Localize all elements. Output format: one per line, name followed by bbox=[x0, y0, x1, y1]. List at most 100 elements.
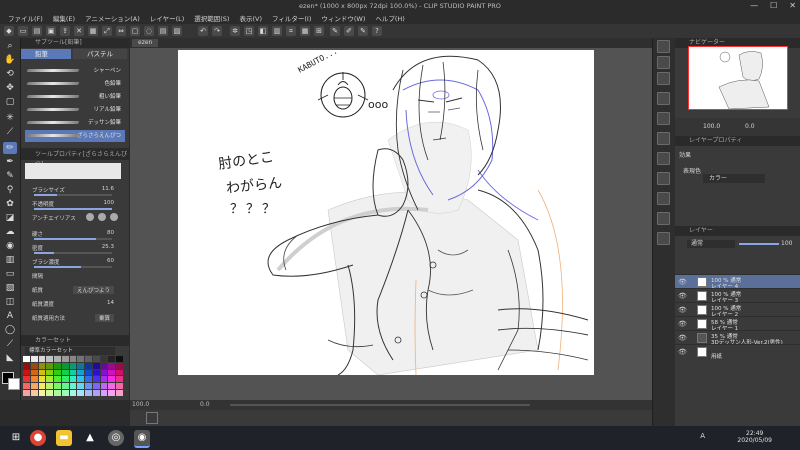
color-swatch[interactable] bbox=[85, 369, 92, 376]
color-swatch[interactable] bbox=[54, 383, 61, 390]
color-swatch[interactable] bbox=[46, 356, 54, 362]
prop-opacity[interactable]: 不透明度 100 bbox=[24, 198, 126, 210]
menu-file[interactable]: ファイル(F) bbox=[8, 13, 43, 23]
color-swatch[interactable] bbox=[116, 383, 123, 390]
pencil-icon[interactable]: ✏ bbox=[3, 142, 17, 154]
color-swatch[interactable] bbox=[30, 383, 38, 390]
color-swatch[interactable] bbox=[54, 369, 61, 376]
prop-paper-texture[interactable]: 紙質 えんぴつよう bbox=[24, 284, 126, 296]
airbrush-icon[interactable]: ⚲ bbox=[3, 184, 17, 196]
color-swatch[interactable] bbox=[77, 369, 85, 376]
color-swatch[interactable] bbox=[69, 376, 77, 383]
color-swatch[interactable] bbox=[69, 383, 77, 390]
brush-item[interactable]: デッサン鉛筆 bbox=[25, 117, 125, 129]
color-swatch[interactable] bbox=[69, 356, 77, 362]
app-icon[interactable]: ◆ bbox=[4, 26, 14, 36]
sub-color-swatch[interactable] bbox=[8, 378, 20, 390]
color-swatch[interactable] bbox=[30, 390, 38, 396]
menu-view[interactable]: 表示(V) bbox=[239, 13, 262, 23]
color-swatch[interactable] bbox=[38, 369, 46, 376]
color-swatch[interactable] bbox=[46, 369, 54, 376]
maximize-button[interactable]: ☐ bbox=[770, 1, 777, 10]
decoration-icon[interactable]: ✿ bbox=[3, 198, 17, 210]
eraser-mode-icon[interactable]: ✎ bbox=[358, 26, 368, 36]
material-panel-icon[interactable] bbox=[657, 132, 670, 145]
chrome-icon[interactable]: ● bbox=[30, 430, 46, 446]
layer-row[interactable]: 👁 100 % 通常 レイヤー 4 bbox=[675, 274, 800, 290]
brush-icon[interactable]: ✎ bbox=[3, 170, 17, 182]
move-icon[interactable]: ✥ bbox=[3, 82, 17, 94]
text-icon[interactable]: A bbox=[3, 310, 17, 322]
color-swatch-grid[interactable] bbox=[23, 356, 123, 396]
color-swatch[interactable] bbox=[85, 390, 92, 396]
layer-opacity-slider[interactable] bbox=[739, 243, 779, 245]
clock[interactable]: 22:49 2020/05/09 bbox=[737, 430, 772, 444]
color-swatch[interactable] bbox=[92, 356, 100, 362]
lasso-icon[interactable]: ▢ bbox=[3, 96, 17, 108]
color-swatch[interactable] bbox=[92, 383, 100, 390]
save-icon[interactable]: ▣ bbox=[46, 26, 56, 36]
color-swatch[interactable] bbox=[61, 369, 69, 376]
app-onigiri-icon[interactable]: ▲ bbox=[82, 430, 98, 446]
material-panel-icon[interactable] bbox=[657, 112, 670, 125]
correct-line-icon[interactable]: ⟋ bbox=[3, 338, 17, 350]
color-swatch[interactable] bbox=[61, 390, 69, 396]
color-swatch[interactable] bbox=[38, 383, 46, 390]
color-swatch[interactable] bbox=[77, 376, 85, 383]
gradient-icon[interactable]: ▥ bbox=[3, 254, 17, 266]
ruler-tool-icon[interactable]: ◫ bbox=[3, 296, 17, 308]
brush-item[interactable]: リアル鉛筆 bbox=[25, 104, 125, 116]
menu-selection[interactable]: 選択範囲(S) bbox=[194, 13, 229, 23]
color-swatch[interactable] bbox=[77, 383, 85, 390]
color-swatch[interactable] bbox=[54, 362, 61, 369]
color-swatch[interactable] bbox=[100, 362, 108, 369]
blend-icon[interactable]: ☁ bbox=[3, 226, 17, 238]
pen-icon[interactable]: ✒ bbox=[3, 156, 17, 168]
material-panel-icon[interactable] bbox=[657, 192, 670, 205]
prop-paper-method[interactable]: 紙質適用方法 乗算 bbox=[24, 312, 126, 324]
color-swatch[interactable] bbox=[69, 369, 77, 376]
color-swatch[interactable] bbox=[108, 369, 116, 376]
color-swatch[interactable] bbox=[100, 356, 108, 362]
color-swatch[interactable] bbox=[46, 362, 54, 369]
transform-icon[interactable]: ⤢ bbox=[102, 26, 112, 36]
color-swatch[interactable] bbox=[69, 362, 77, 369]
menu-help[interactable]: ヘルプ(H) bbox=[375, 13, 404, 23]
color-swatch[interactable] bbox=[77, 390, 85, 396]
hand-icon[interactable]: ✋ bbox=[3, 54, 17, 66]
material-panel-icon[interactable] bbox=[657, 212, 670, 225]
color-swatch[interactable] bbox=[61, 383, 69, 390]
clip-studio-icon[interactable]: ◎ bbox=[108, 430, 124, 446]
eyedropper-icon[interactable]: ⟋ bbox=[3, 126, 17, 138]
blend-mode-select[interactable]: 通常 bbox=[687, 240, 735, 248]
timeline-icon[interactable] bbox=[146, 412, 158, 424]
color-swatch[interactable] bbox=[116, 369, 123, 376]
close-button[interactable]: ✕ bbox=[789, 1, 796, 10]
export-icon[interactable]: ⇪ bbox=[60, 26, 70, 36]
eraser-icon[interactable]: ◪ bbox=[3, 212, 17, 224]
color-swatch[interactable] bbox=[77, 356, 85, 362]
menu-animation[interactable]: アニメーション(A) bbox=[85, 13, 140, 23]
prop-brush-density[interactable]: ブラシ濃度 60 bbox=[24, 256, 126, 268]
balloon-icon[interactable]: ◯ bbox=[3, 324, 17, 336]
prop-hardness[interactable]: 硬さ 80 bbox=[24, 228, 126, 240]
paste-icon[interactable]: ▦ bbox=[88, 26, 98, 36]
brush-item[interactable]: シャーペン bbox=[25, 65, 125, 77]
ruler-icon[interactable]: ◳ bbox=[244, 26, 254, 36]
tab-pastel[interactable]: パステル bbox=[73, 49, 127, 59]
color-swatch[interactable] bbox=[54, 356, 61, 362]
display-color-select[interactable]: カラー bbox=[703, 174, 765, 183]
brush-item-selected[interactable]: ざらさらえんぴつ bbox=[25, 130, 125, 142]
subview-panel-icon[interactable] bbox=[657, 56, 670, 69]
clear-icon[interactable]: ✕ bbox=[74, 26, 84, 36]
color-swatch[interactable] bbox=[100, 390, 108, 396]
file-explorer-icon[interactable]: ▬ bbox=[56, 430, 72, 446]
color-swatch[interactable] bbox=[92, 362, 100, 369]
color-swatch[interactable] bbox=[30, 362, 38, 369]
color-swatch[interactable] bbox=[85, 356, 92, 362]
color-swatch[interactable] bbox=[92, 376, 100, 383]
help-icon[interactable]: ? bbox=[372, 26, 382, 36]
gear-icon[interactable]: ✲ bbox=[230, 26, 240, 36]
color-swatch[interactable] bbox=[85, 362, 92, 369]
prop-antialias[interactable]: アンチエイリアス bbox=[24, 212, 126, 224]
